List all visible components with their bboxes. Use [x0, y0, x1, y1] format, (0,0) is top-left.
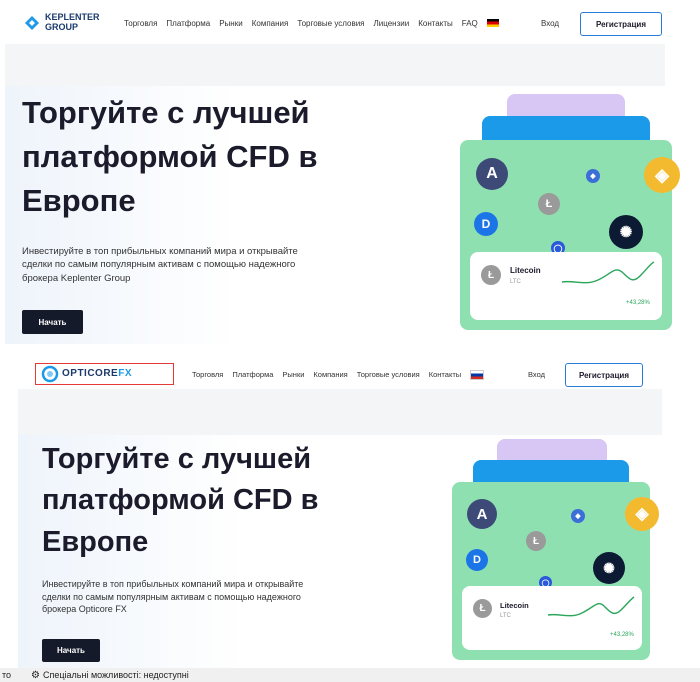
opticore-logo[interactable]: OPTICOREFX — [35, 363, 174, 385]
cardano-icon: ✺ — [609, 215, 643, 249]
keplenter-logo-icon — [25, 16, 39, 30]
login-link[interactable]: Вход — [541, 19, 559, 28]
top-hero-subtitle: Инвестируйте в топ прибыльных компаний м… — [22, 246, 298, 284]
logo-line-1: KEPLENTER — [45, 12, 100, 22]
nav-company[interactable]: Компания — [252, 19, 289, 28]
register-button[interactable]: Регистрация — [580, 12, 662, 36]
top-coin-sparkline — [561, 261, 655, 284]
litecoin-card-icon: Ł — [473, 599, 492, 618]
litecoin-card-icon: Ł — [481, 265, 501, 285]
top-hero-title: Торгуйте с лучшей платформой CFD в Европ… — [22, 95, 318, 218]
status-bar: то ⚙ Спеціальні можливості: недоступні — [0, 668, 700, 682]
nav-platform[interactable]: Платформа — [232, 370, 273, 380]
ethereum-icon: ◆ — [586, 169, 600, 183]
bottom-coin-name: Litecoin — [500, 601, 529, 610]
bottom-screenshot: OPTICOREFX Торговля Платформа Рынки Комп… — [0, 345, 700, 668]
nav-platform[interactable]: Платформа — [166, 19, 210, 28]
nav-contacts[interactable]: Контакты — [429, 370, 461, 380]
nav-trading[interactable]: Торговля — [124, 19, 157, 28]
avalanche-icon: A — [476, 158, 508, 190]
top-nav: Торговля Платформа Рынки Компания Торгов… — [124, 19, 499, 28]
nav-trading[interactable]: Торговля — [192, 370, 223, 380]
nav-licenses[interactable]: Лицензии — [374, 19, 410, 28]
nav-company[interactable]: Компания — [313, 370, 347, 380]
nav-contacts[interactable]: Контакты — [418, 19, 453, 28]
avalanche-icon: A — [467, 499, 497, 529]
dash-icon: D — [474, 212, 498, 236]
bottom-header-divider — [18, 389, 662, 435]
accessibility-icon[interactable]: ⚙ — [31, 670, 40, 681]
nav-markets[interactable]: Рынки — [282, 370, 304, 380]
register-button[interactable]: Регистрация — [565, 363, 643, 387]
logo-text-fx: FX — [118, 368, 133, 379]
login-link[interactable]: Вход — [528, 370, 545, 379]
accessibility-status[interactable]: Спеціальні можливості: недоступні — [43, 670, 189, 680]
litecoin-icon: Ł — [526, 531, 546, 551]
logo-line-2: GROUP — [45, 22, 79, 32]
bottom-hero-subtitle: Инвестируйте в топ прибыльных компаний м… — [42, 579, 304, 615]
status-left-text: то — [2, 670, 12, 680]
nav-trading-conditions[interactable]: Торговые условия — [357, 370, 420, 380]
nav-faq[interactable]: FAQ — [462, 19, 478, 28]
russian-flag-icon[interactable] — [470, 370, 485, 380]
top-coin-ticker: LTC — [510, 279, 521, 285]
keplenter-logo[interactable]: KEPLENTER GROUP — [22, 12, 102, 36]
bottom-nav: Торговля Платформа Рынки Компания Торгов… — [192, 370, 485, 380]
bottom-hero-title: Торгуйте с лучшей платформой CFD в Европ… — [42, 443, 319, 558]
bottom-coin-percent: +43,28% — [610, 632, 634, 638]
top-header-divider — [5, 44, 665, 86]
top-start-button[interactable]: Начать — [22, 310, 83, 334]
binance-icon: ◈ — [625, 497, 659, 531]
litecoin-icon: Ł — [538, 193, 560, 215]
dash-icon: D — [466, 549, 488, 571]
top-screenshot: KEPLENTER GROUP Торговля Платформа Рынки… — [0, 0, 700, 345]
bottom-start-button[interactable]: Начать — [42, 639, 100, 662]
ethereum-icon: ◆ — [571, 509, 585, 523]
nav-trading-conditions[interactable]: Торговые условия — [297, 19, 364, 28]
bottom-header: OPTICOREFX Торговля Платформа Рынки Комп… — [0, 345, 700, 389]
cardano-icon: ✺ — [593, 552, 625, 584]
bottom-coin-ticker: LTC — [500, 613, 511, 619]
german-flag-icon[interactable] — [486, 19, 499, 27]
top-card-tab-blue — [482, 116, 650, 142]
bottom-coin-sparkline — [547, 596, 635, 617]
logo-text-opticore: OPTICORE — [62, 368, 119, 379]
top-header: KEPLENTER GROUP Торговля Платформа Рынки… — [0, 0, 700, 44]
binance-icon: ◈ — [644, 157, 680, 193]
nav-markets[interactable]: Рынки — [219, 19, 242, 28]
bottom-card-tab-blue — [473, 460, 629, 484]
opticore-logo-icon — [41, 365, 59, 383]
top-coin-percent: +43,28% — [626, 300, 650, 306]
top-coin-name: Litecoin — [510, 266, 541, 275]
